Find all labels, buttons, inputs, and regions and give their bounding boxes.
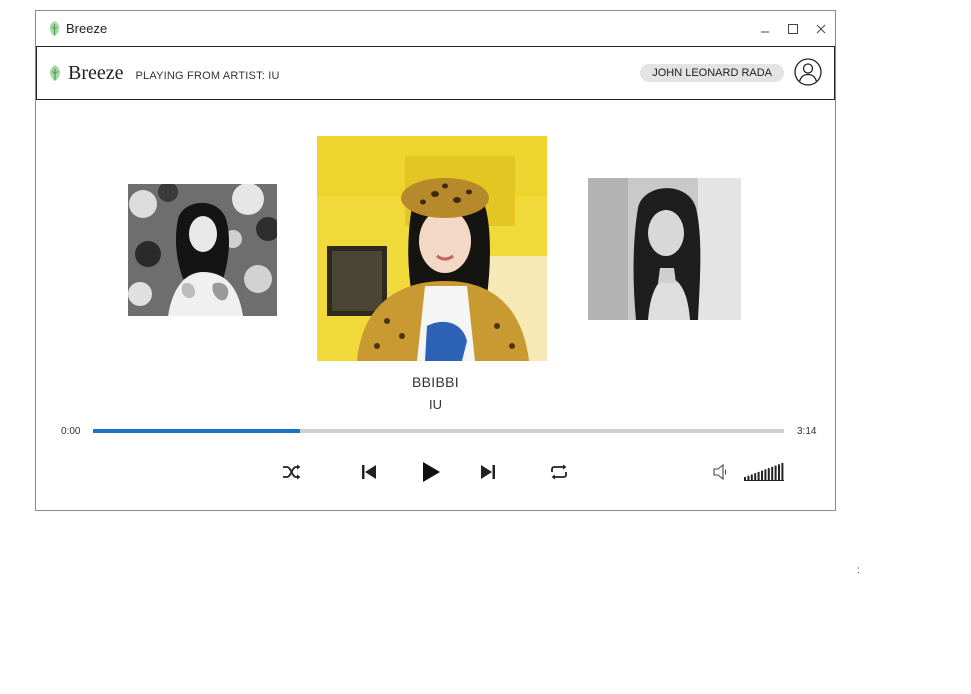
volume-button[interactable] xyxy=(710,461,732,483)
maximize-button[interactable] xyxy=(779,11,807,46)
shuffle-button[interactable] xyxy=(281,461,303,483)
repeat-icon xyxy=(551,464,567,480)
volume-slider[interactable] xyxy=(744,461,786,481)
user-avatar-icon[interactable] xyxy=(794,58,822,86)
volume-level-bar xyxy=(747,475,750,480)
playing-from-label[interactable]: PLAYING FROM ARTIST: IU xyxy=(136,70,280,82)
volume-baseline xyxy=(744,480,784,481)
volume-level-bar xyxy=(781,463,784,480)
volume-level-bar xyxy=(750,474,753,480)
volume-level-bar xyxy=(757,471,760,480)
logo-text[interactable]: Breeze xyxy=(68,62,124,85)
shuffle-icon xyxy=(283,464,301,480)
window-title: Breeze xyxy=(66,21,108,36)
window-controls xyxy=(751,11,835,46)
breeze-app-icon xyxy=(47,20,62,37)
total-time: 3:14 xyxy=(797,426,817,437)
minimize-button[interactable] xyxy=(751,11,779,46)
user-name-pill[interactable]: JOHN LEONARD RADA xyxy=(640,64,784,82)
volume-level-bar xyxy=(778,464,780,480)
song-artist[interactable]: IU xyxy=(36,397,835,412)
repeat-button[interactable] xyxy=(548,461,570,483)
next-album-art[interactable] xyxy=(588,178,741,320)
volume-level-bar xyxy=(761,470,763,480)
previous-album-art[interactable] xyxy=(128,184,277,316)
breeze-logo-icon xyxy=(47,64,63,82)
minimize-icon xyxy=(761,31,769,32)
volume-level-bar xyxy=(774,465,777,480)
volume-level-bar xyxy=(744,477,746,480)
stray-text: : xyxy=(857,565,860,576)
elapsed-time: 0:00 xyxy=(61,426,81,437)
next-icon xyxy=(481,465,495,479)
song-title: BBIBBI xyxy=(412,374,459,390)
play-button[interactable] xyxy=(418,459,444,485)
next-button[interactable] xyxy=(477,461,499,483)
progress-bar[interactable] xyxy=(93,429,784,433)
title-bar[interactable]: Breeze xyxy=(36,11,835,46)
close-icon xyxy=(816,24,826,33)
volume-level-bar xyxy=(771,466,774,480)
play-icon xyxy=(423,462,440,482)
current-album-art[interactable] xyxy=(317,136,547,361)
close-button[interactable] xyxy=(807,11,835,46)
previous-icon xyxy=(362,465,376,479)
app-window: Breeze Breeze PLAYING FROM ARTIST: IU JO… xyxy=(35,10,836,511)
volume-level-bar xyxy=(764,469,767,480)
volume-level-bar xyxy=(767,468,770,480)
volume-level-bar xyxy=(754,473,757,480)
volume-icon xyxy=(713,463,726,481)
app-header: Breeze PLAYING FROM ARTIST: IU JOHN LEON… xyxy=(36,46,835,100)
progress-fill xyxy=(93,429,301,433)
previous-button[interactable] xyxy=(358,461,380,483)
maximize-icon xyxy=(788,23,798,34)
